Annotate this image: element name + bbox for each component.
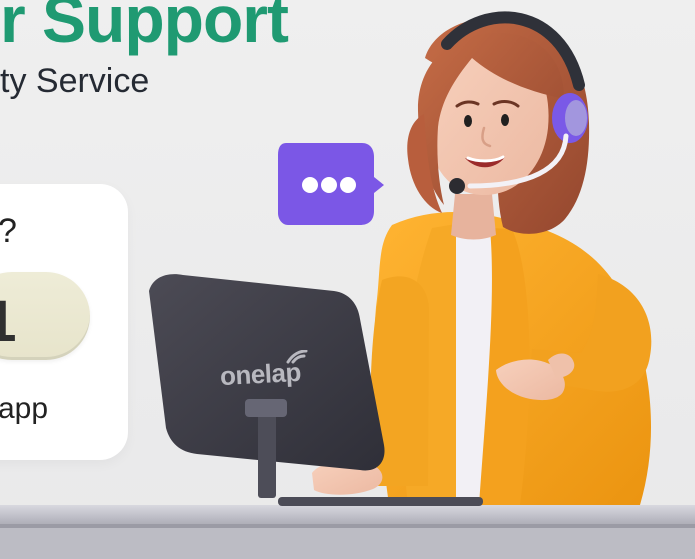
brand-mark-icon (286, 350, 308, 364)
chat-bubble-icon (278, 143, 384, 225)
monitor-neck-top (245, 399, 287, 417)
left-eye (464, 115, 472, 127)
support-agent-illustration (0, 11, 695, 559)
desk-shadow (0, 524, 695, 528)
desk-front (0, 524, 695, 559)
right-eye (501, 114, 509, 126)
headset-earcup-rim (565, 100, 587, 136)
desk-top (0, 505, 695, 527)
headset-mic (449, 178, 465, 194)
neck (451, 194, 496, 240)
monitor-base (278, 497, 483, 506)
support-hero-screen: r Support ty Service ? 61 app (0, 0, 695, 559)
